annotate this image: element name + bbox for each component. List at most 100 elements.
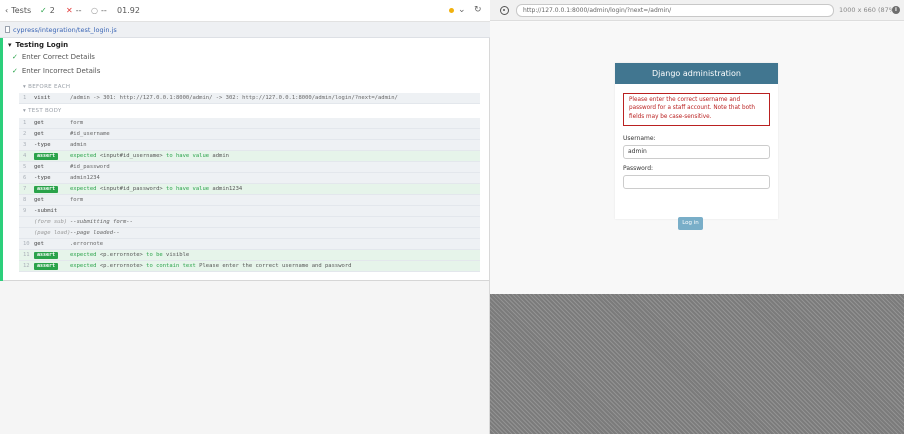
- command-message: .errornote: [70, 241, 104, 247]
- reporter-panel: ‹ Tests ✓ 2 ✕ -- ○ -- 01.92 ⌄ ↻ cypress/…: [0, 0, 490, 434]
- assert-badge: assert: [34, 184, 59, 195]
- command-row[interactable]: 1 get form: [19, 118, 480, 129]
- spec-path: cypress/integration/test_login.js: [13, 25, 117, 34]
- command-row[interactable]: 5 get #id_password: [19, 162, 480, 173]
- assert-value: admin: [212, 153, 229, 159]
- login-header: Django administration: [615, 63, 778, 84]
- command-row[interactable]: 6 -type admin1234: [19, 173, 480, 184]
- event-row: (form sub) --submitting form--: [19, 217, 480, 228]
- command-row[interactable]: 3 -type admin: [19, 140, 480, 151]
- assert-matcher: to have value: [166, 186, 210, 192]
- assert-expected: expected: [70, 153, 97, 159]
- event-message: --submitting form--: [70, 219, 133, 225]
- selector-playground-icon[interactable]: [500, 6, 509, 15]
- assert-row[interactable]: 12 assert expected <p.errornote> to cont…: [19, 261, 480, 272]
- command-message: expected <p.errornote> to be visible: [70, 250, 189, 261]
- assert-row[interactable]: 11 assert expected <p.errornote> to be v…: [19, 250, 480, 261]
- command-name: -type: [34, 142, 51, 148]
- unused-viewport-area: [490, 294, 904, 434]
- command-number: 6: [23, 175, 27, 181]
- assert-expected: expected: [70, 252, 97, 258]
- command-name: get: [34, 197, 44, 203]
- assert-matcher: to contain text: [146, 263, 196, 269]
- command-number: 1: [23, 120, 27, 126]
- command-number: 8: [23, 197, 27, 203]
- assert-value: Please enter the correct username and pa…: [199, 263, 352, 269]
- check-icon: ✓: [12, 53, 18, 61]
- status-dot-icon: [449, 8, 454, 13]
- command-number: 10: [23, 241, 30, 247]
- assert-value: visible: [166, 252, 190, 258]
- chevron-left-icon: ‹: [5, 6, 9, 15]
- command-message: /admin -> 301: http://127.0.0.1:8000/adm…: [70, 95, 398, 101]
- suite-title[interactable]: ▾ Testing Login: [8, 41, 68, 49]
- command-name: get: [34, 241, 44, 247]
- check-icon: ✓: [40, 6, 47, 15]
- test-body-commands: 1 get form 2 get #id_username 3 -type ad…: [19, 118, 480, 272]
- tests-menu-button[interactable]: ‹ Tests: [5, 6, 31, 16]
- command-name: -submit: [34, 208, 58, 214]
- command-message: form: [70, 197, 84, 203]
- assert-expected: expected: [70, 186, 97, 192]
- command-number: 2: [23, 131, 27, 137]
- command-name: get: [34, 164, 44, 170]
- assert-subject: <p.errornote>: [99, 263, 143, 269]
- command-message: expected <p.errornote> to contain text P…: [70, 261, 351, 272]
- badge-label: assert: [34, 153, 59, 160]
- command-message: #id_password: [70, 164, 110, 170]
- command-message: expected <input#id_username> to have val…: [70, 151, 229, 162]
- assert-subject: <input#id_username>: [99, 153, 163, 159]
- event-message: --page loaded--: [70, 230, 120, 236]
- suite-status-bar: [0, 38, 3, 281]
- runnables-list: ▾ Testing Login ✓ Enter Correct Details …: [0, 38, 489, 281]
- spec-file-bar[interactable]: cypress/integration/test_login.js: [0, 22, 490, 38]
- event-name: (form sub): [34, 219, 68, 225]
- command-row[interactable]: 10 get .errornote: [19, 239, 480, 250]
- restart-icon[interactable]: ↻: [474, 5, 482, 15]
- username-input[interactable]: admin: [623, 145, 770, 159]
- assert-expected: expected: [70, 263, 97, 269]
- command-number: 3: [23, 142, 27, 148]
- info-icon[interactable]: i: [892, 6, 900, 14]
- command-row[interactable]: 2 get #id_username: [19, 129, 480, 140]
- url-field[interactable]: http://127.0.0.1:8000/admin/login/?next=…: [516, 4, 834, 17]
- command-number: 5: [23, 164, 27, 170]
- badge-label: assert: [34, 186, 59, 193]
- event-row: (page load) --page loaded--: [19, 228, 480, 239]
- caret-down-icon: ▾: [8, 41, 12, 49]
- command-name: visit: [34, 95, 51, 101]
- before-each-commands: 1 visit /admin -> 301: http://127.0.0.1:…: [19, 93, 480, 104]
- command-number: 12: [23, 263, 30, 269]
- command-number: 1: [23, 95, 27, 101]
- assert-row[interactable]: 4 assert expected <input#id_username> to…: [19, 151, 480, 162]
- x-icon: ✕: [66, 6, 73, 15]
- caret-down-icon: ▾: [23, 108, 27, 114]
- assert-subject: <p.errornote>: [99, 252, 143, 258]
- aut-header: http://127.0.0.1:8000/admin/login/?next=…: [490, 0, 904, 21]
- command-message: admin: [70, 142, 87, 148]
- pending-count: ○ --: [91, 6, 107, 16]
- viewport-size: 1000 x 660 (87%): [839, 6, 898, 14]
- command-message: #id_username: [70, 131, 110, 137]
- username-label: Username:: [623, 135, 656, 142]
- command-row[interactable]: 8 get form: [19, 195, 480, 206]
- tests-label: Tests: [11, 6, 32, 15]
- command-row[interactable]: 9 -submit: [19, 206, 480, 217]
- section-before-each[interactable]: ▾ BEFORE EACH: [23, 84, 70, 90]
- login-button[interactable]: Log in: [678, 217, 703, 230]
- assert-badge: assert: [34, 250, 59, 261]
- pending-value: --: [100, 6, 107, 15]
- stats-bar: ‹ Tests ✓ 2 ✕ -- ○ -- 01.92 ⌄ ↻: [0, 0, 490, 22]
- assert-subject: <input#id_password>: [99, 186, 163, 192]
- assert-row[interactable]: 7 assert expected <input#id_password> to…: [19, 184, 480, 195]
- section-test-body[interactable]: ▾ TEST BODY: [23, 108, 62, 114]
- failed-count: ✕ --: [66, 6, 81, 16]
- chevron-down-icon[interactable]: ⌄: [458, 5, 466, 15]
- test-item[interactable]: ✓ Enter Incorrect Details: [12, 67, 100, 75]
- test-item[interactable]: ✓ Enter Correct Details: [12, 53, 95, 61]
- command-row[interactable]: 1 visit /admin -> 301: http://127.0.0.1:…: [19, 93, 480, 104]
- passed-value: 2: [49, 6, 55, 15]
- test-title: Enter Incorrect Details: [21, 67, 101, 75]
- password-input[interactable]: [623, 175, 770, 189]
- cypress-runner: ‹ Tests ✓ 2 ✕ -- ○ -- 01.92 ⌄ ↻ cypress/…: [0, 0, 904, 434]
